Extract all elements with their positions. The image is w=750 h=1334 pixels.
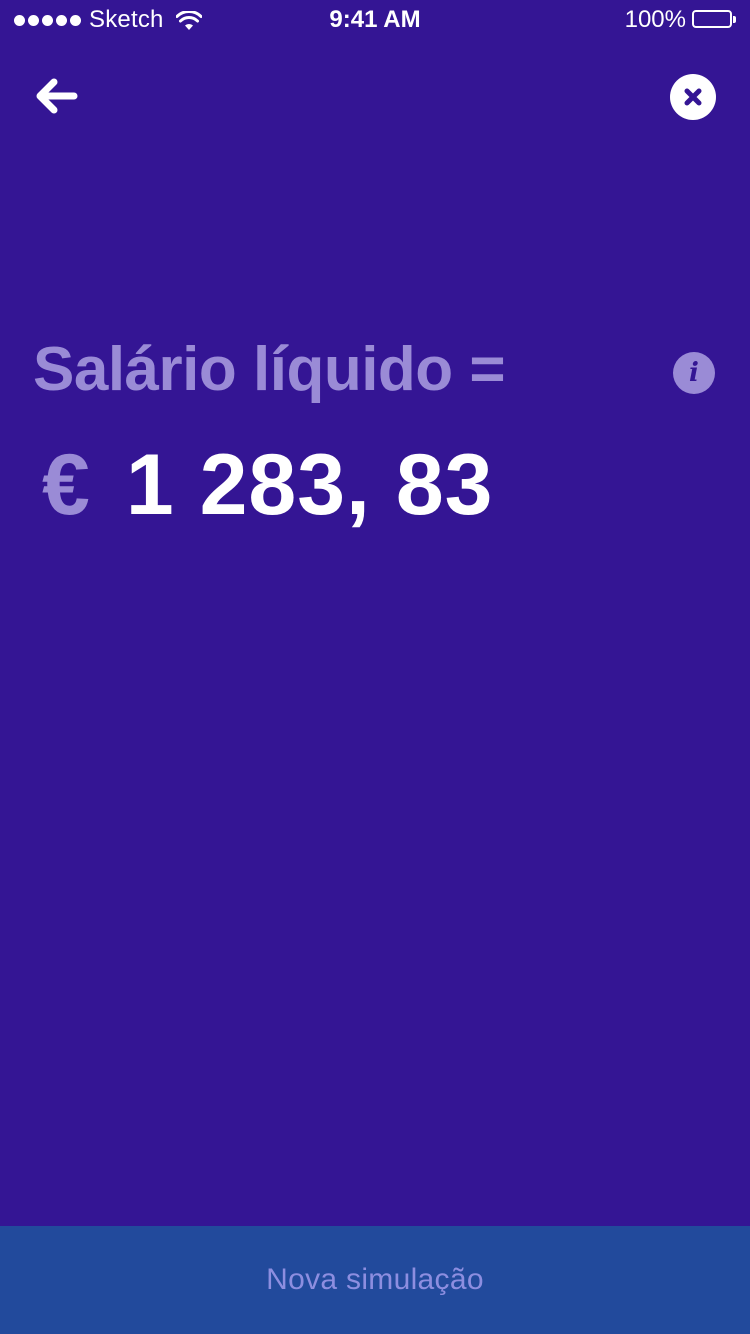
battery-icon [692, 10, 738, 30]
info-icon: i [689, 358, 699, 388]
status-bar: Sketch 9:41 AM 100% [0, 0, 750, 40]
battery-percent: 100% [624, 6, 686, 33]
result-label-row: Salário líquido = i [33, 334, 717, 410]
close-icon [684, 88, 702, 106]
currency-symbol: € [42, 437, 90, 533]
new-simulation-label: Nova simulação [266, 1263, 484, 1296]
amount-value: 1 283, 83 [125, 437, 494, 533]
close-button[interactable] [670, 74, 716, 120]
status-right: 100% [625, 6, 738, 34]
new-simulation-button[interactable]: Nova simulação [0, 1226, 750, 1334]
arrow-left-icon [36, 78, 78, 114]
net-salary-amount: € 1 283, 83 [42, 436, 494, 536]
net-salary-label: Salário líquido = [33, 335, 506, 404]
back-button[interactable] [30, 74, 82, 118]
info-button[interactable]: i [673, 352, 715, 394]
